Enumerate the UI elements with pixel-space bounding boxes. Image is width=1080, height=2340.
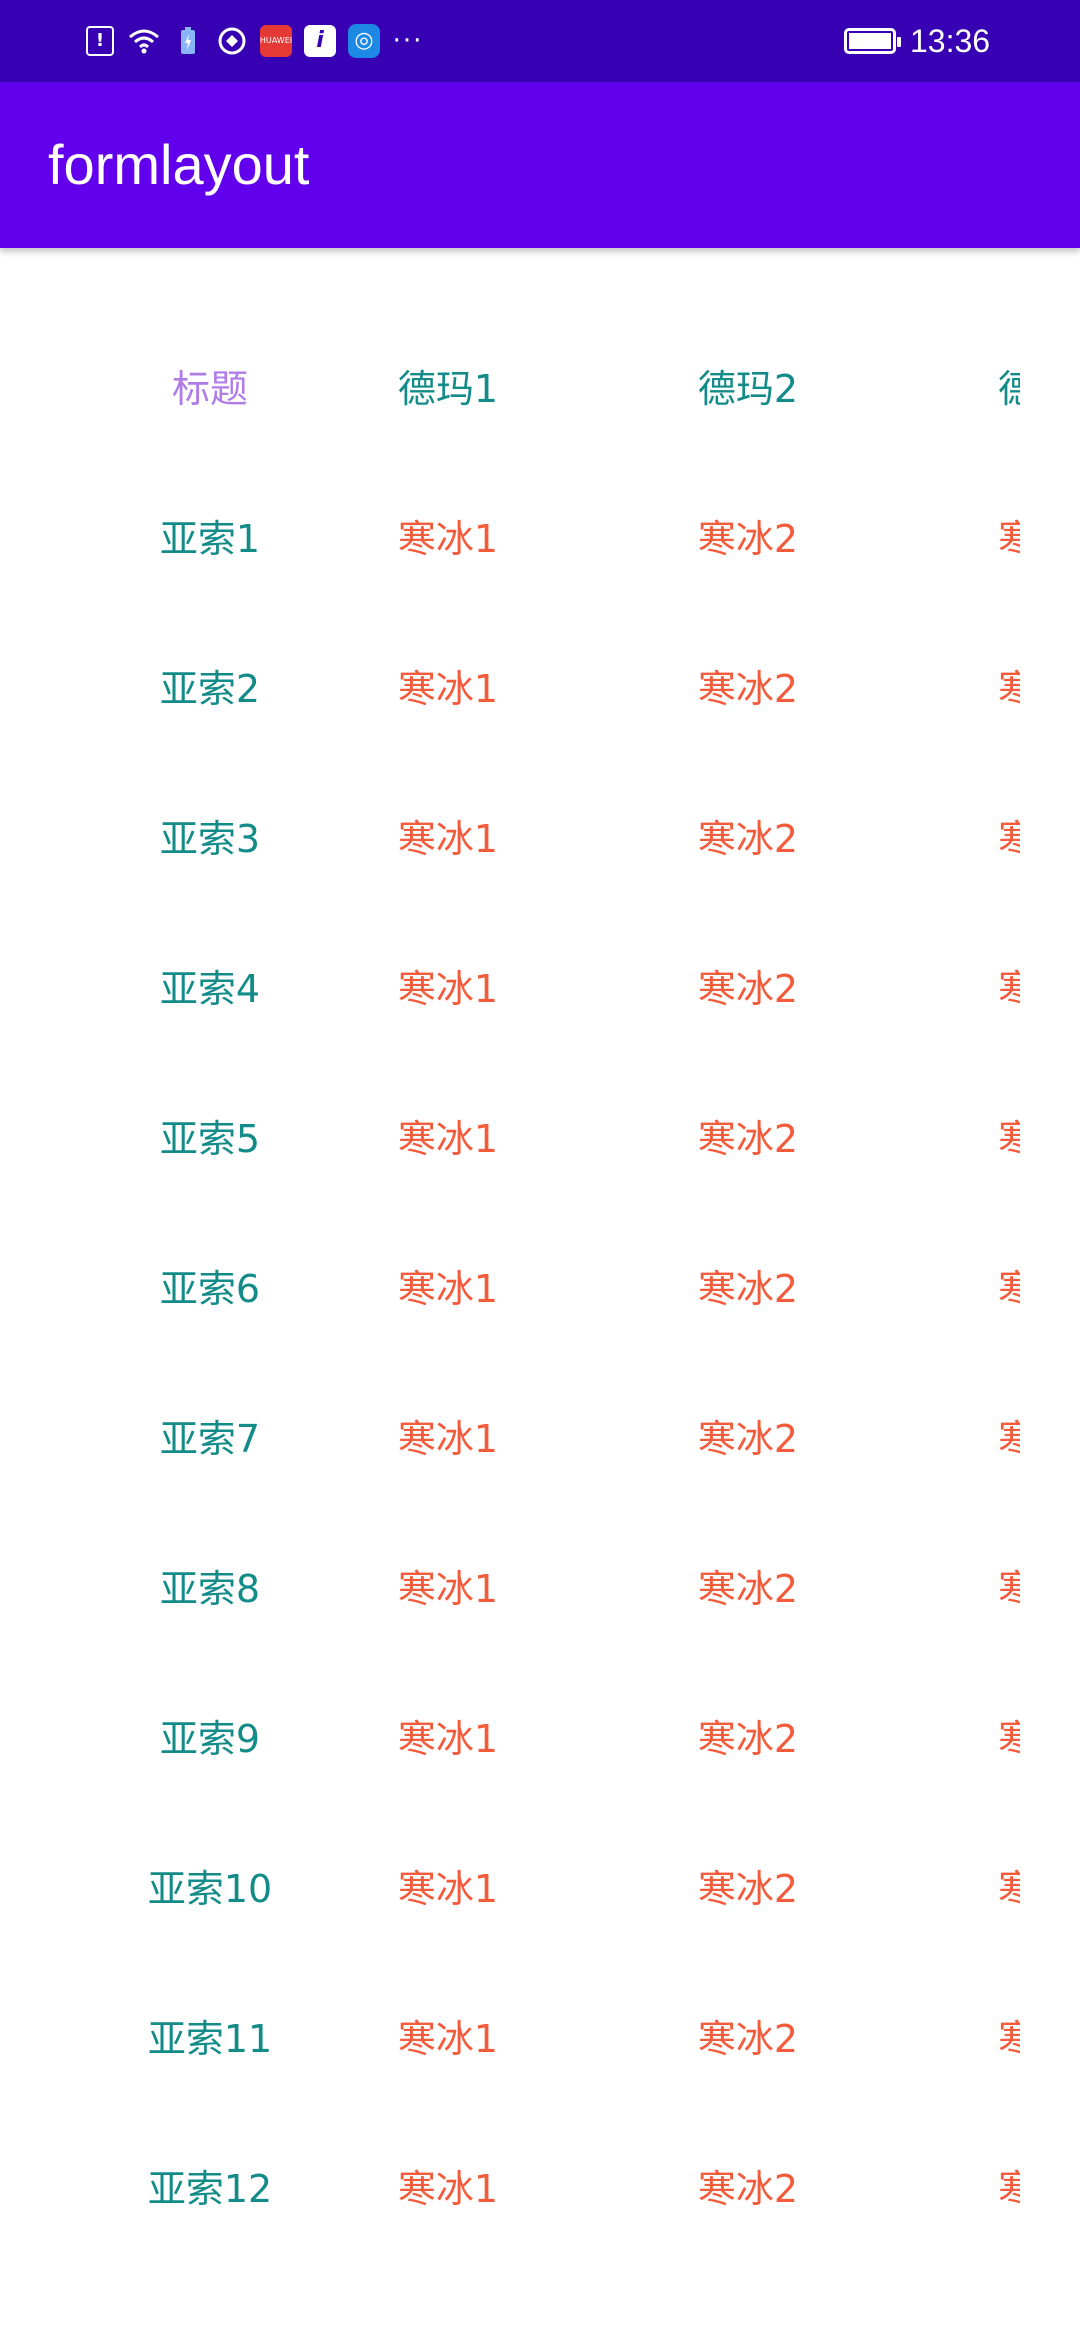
table-cell[interactable]: 寒冰1 (298, 2110, 598, 2260)
huawei-app-label: HUAWEI (259, 25, 293, 57)
vpn-icon (216, 24, 248, 58)
table-cell[interactable]: 寒冰3 (898, 2110, 1020, 2260)
wifi-icon (128, 24, 160, 58)
status-time: 13:36 (910, 23, 991, 59)
table-row: 亚索7 寒冰1 寒冰2 寒冰3 (0, 1360, 1020, 1510)
table-cell[interactable]: 寒冰2 (598, 1510, 898, 1660)
form-table[interactable]: 标题 德玛1 德玛2 德玛3 亚索1 寒冰1 寒冰2 寒冰3 亚索2 寒冰1 寒… (0, 248, 1020, 2340)
table-cell[interactable]: 寒冰3 (898, 1210, 1020, 1360)
table-row: 亚索2 寒冰1 寒冰2 寒冰3 (0, 610, 1020, 760)
table-row: 亚索1 寒冰1 寒冰2 寒冰3 (0, 460, 1020, 610)
sim-alert-icon: ! (84, 24, 116, 58)
table-cell[interactable]: 寒冰1 (298, 460, 598, 610)
table-cell[interactable]: 寒冰2 (598, 460, 898, 610)
table-row: 亚索10 寒冰1 寒冰2 寒冰3 (0, 1810, 1020, 1960)
more-icon: ··· (392, 26, 424, 56)
table-cell[interactable]: 寒冰3 (898, 610, 1020, 760)
table-row: 亚索6 寒冰1 寒冰2 寒冰3 (0, 1210, 1020, 1360)
table-cell[interactable]: 寒冰2 (598, 1210, 898, 1360)
table-cell[interactable]: 寒冰2 (598, 2110, 898, 2260)
table-cell[interactable]: 寒冰2 (598, 1060, 898, 1210)
table-cell[interactable]: 寒冰3 (898, 1810, 1020, 1960)
status-icons: ! HUAWEI i ◎ ··· (84, 22, 424, 60)
table-cell[interactable]: 寒冰2 (598, 610, 898, 760)
table-cell[interactable]: 寒冰1 (298, 1060, 598, 1210)
table-cell[interactable]: 寒冰2 (598, 1360, 898, 1510)
battery-icon (844, 28, 901, 54)
table-cell[interactable]: 寒冰2 (598, 1960, 898, 2110)
table-row: 亚索9 寒冰1 寒冰2 寒冰3 (0, 1660, 1020, 1810)
table-cell[interactable]: 寒冰3 (898, 910, 1020, 1060)
table-cell[interactable]: 寒冰1 (298, 1510, 598, 1660)
table-cell[interactable]: 寒冰3 (898, 1960, 1020, 2110)
table-cell[interactable]: 寒冰3 (898, 1060, 1020, 1210)
table-cell[interactable]: 寒冰2 (598, 760, 898, 910)
table-row: 亚索11 寒冰1 寒冰2 寒冰3 (0, 1960, 1020, 2110)
table-row: 亚索4 寒冰1 寒冰2 寒冰3 (0, 910, 1020, 1060)
table-cell[interactable]: 寒冰2 (598, 910, 898, 1060)
table-cell[interactable]: 寒冰2 (598, 1660, 898, 1810)
table-cell[interactable]: 寒冰1 (298, 910, 598, 1060)
browser-app-icon: ◎ (348, 24, 380, 58)
table-row: 亚索5 寒冰1 寒冰2 寒冰3 (0, 1060, 1020, 1210)
status-bar: ! HUAWEI i ◎ ··· 13:36 (0, 0, 1080, 82)
table-row: 亚索12 寒冰1 寒冰2 寒冰3 (0, 2110, 1020, 2260)
table-cell[interactable]: 寒冰1 (298, 1960, 598, 2110)
table-cell[interactable]: 寒冰1 (298, 1660, 598, 1810)
table-cell[interactable]: 寒冰3 (898, 460, 1020, 610)
table-row: 亚索3 寒冰1 寒冰2 寒冰3 (0, 760, 1020, 910)
table-cell[interactable]: 寒冰1 (298, 1810, 598, 1960)
table-cell[interactable]: 寒冰3 (898, 1360, 1020, 1510)
table-cell[interactable]: 寒冰1 (298, 760, 598, 910)
table-cell[interactable]: 寒冰1 (298, 1210, 598, 1360)
app-title: formlayout (48, 133, 310, 196)
huawei-app-icon: HUAWEI (259, 24, 293, 58)
table-cell[interactable]: 寒冰3 (898, 1510, 1020, 1660)
table-cell[interactable]: 寒冰2 (598, 1810, 898, 1960)
app-bar: formlayout (0, 82, 1080, 248)
table-cell[interactable]: 寒冰1 (298, 610, 598, 760)
table-row: 亚索8 寒冰1 寒冰2 寒冰3 (0, 1510, 1020, 1660)
info-app-icon: i (304, 24, 336, 58)
table-header-row: 标题 德玛1 德玛2 德玛3 (0, 310, 1020, 460)
table-cell[interactable]: 寒冰3 (898, 760, 1020, 910)
battery-saver-icon (172, 24, 204, 58)
column-header[interactable]: 德玛1 (298, 310, 598, 460)
table-cell[interactable]: 寒冰3 (898, 1660, 1020, 1810)
column-header[interactable]: 德玛3 (898, 310, 1020, 460)
table-cell[interactable]: 寒冰1 (298, 1360, 598, 1510)
column-header[interactable]: 德玛2 (598, 310, 898, 460)
